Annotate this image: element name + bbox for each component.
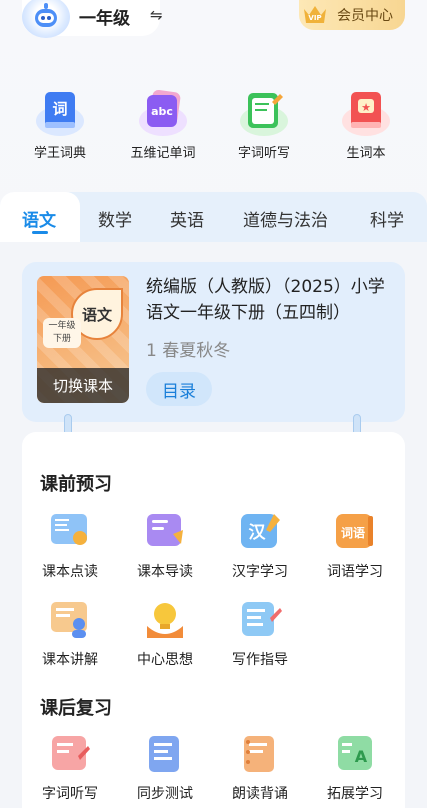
word-learn-glyph: 词语 xyxy=(341,525,365,540)
extend-learn-glyph: A xyxy=(355,747,368,766)
tool-label: 字词听写 xyxy=(237,146,290,161)
vip-center-button[interactable]: VIP 会员中心 xyxy=(299,0,405,30)
recite-icon xyxy=(244,736,274,772)
tab-english[interactable]: 英语 xyxy=(170,206,204,231)
grade-label: 一年级 xyxy=(79,9,130,29)
character-learn-glyph: 汉 xyxy=(249,523,267,543)
item-word-learn[interactable]: 词语 词语学习 xyxy=(315,510,395,581)
cover-grade-tag: 一年级 下册 xyxy=(43,318,81,348)
item-label: 拓展学习 xyxy=(327,786,383,802)
tool-label: 生词本 xyxy=(346,146,386,161)
book-cover[interactable]: 语文 一年级 下册 切换课本 xyxy=(37,276,129,403)
test-icon xyxy=(149,736,179,772)
item-central-idea[interactable]: 中心思想 xyxy=(125,598,205,669)
extend-learn-icon: A xyxy=(338,736,372,770)
word-learn-icon: 词语 xyxy=(336,514,373,548)
book-unit: 1 春夏秋冬 xyxy=(146,341,231,361)
tool-dictation[interactable]: 字词听写 xyxy=(219,88,309,161)
tab-morality-law[interactable]: 道德与法治 xyxy=(243,206,328,231)
item-lecture[interactable]: 课本讲解 xyxy=(30,598,110,669)
cover-grade-line2: 下册 xyxy=(52,334,71,344)
tab-chinese[interactable]: 语文 xyxy=(22,206,56,231)
section-title-text: 课前预习 xyxy=(40,474,112,495)
dictionary-glyph: 词 xyxy=(52,100,67,118)
tool-word-cards[interactable]: abc 五维记单词 xyxy=(118,88,208,161)
item-writing-guide[interactable]: 写作指导 xyxy=(220,598,300,669)
bulb-icon xyxy=(147,603,183,638)
quick-tools: 词 学王词典 abc 五维记单词 字词听写 ★ 生词本 xyxy=(0,88,427,168)
item-label: 课本导读 xyxy=(137,564,193,580)
item-label: 写作指导 xyxy=(232,652,288,668)
word-card-icon: abc xyxy=(147,89,181,127)
item-sync-test[interactable]: 同步测试 xyxy=(125,732,205,803)
section-title-pre-study: 课前预习 xyxy=(40,470,112,496)
vip-crown-icon: VIP xyxy=(301,2,329,28)
item-label: 中心思想 xyxy=(137,652,193,668)
item-label: 课本讲解 xyxy=(42,652,98,668)
tool-vocab-book[interactable]: ★ 生词本 xyxy=(321,88,411,161)
item-character-learn[interactable]: 汉 汉字学习 xyxy=(220,510,300,581)
word-card-glyph: abc xyxy=(151,105,173,118)
item-recite[interactable]: 朗读背诵 xyxy=(220,732,300,803)
dictation-icon xyxy=(248,93,283,128)
item-label: 汉字学习 xyxy=(232,564,288,580)
vip-center-label: 会员中心 xyxy=(337,8,393,24)
item-label: 课本点读 xyxy=(42,564,98,580)
textbook-card: 语文 一年级 下册 切换课本 统编版（人教版）（2025）小学语文一年级下册（五… xyxy=(22,262,405,422)
cover-subject: 语文 xyxy=(81,305,112,324)
guide-read-icon xyxy=(147,514,183,546)
switch-textbook-button[interactable]: 切换课本 xyxy=(37,368,129,403)
dictionary-icon: 词 xyxy=(45,92,75,128)
dictation-review-icon xyxy=(52,736,90,770)
vocab-book-glyph: ★ xyxy=(361,101,371,114)
lecture-icon xyxy=(51,602,87,638)
cover-grade-line1: 一年级 xyxy=(48,321,76,331)
toc-button[interactable]: 目录 xyxy=(146,372,212,406)
tab-underline xyxy=(32,231,48,234)
grade-selector[interactable]: 一年级 ⇋ xyxy=(22,0,163,38)
tool-label: 五维记单词 xyxy=(130,146,196,161)
tool-label: 学王词典 xyxy=(33,146,86,161)
section-title-post-review: 课后复习 xyxy=(40,694,112,720)
vocab-book-icon: ★ xyxy=(351,92,381,128)
study-panel: 课前预习 课本点读 课本导读 汉 汉字学习 词语 词语学习 课本讲解 中心思想 … xyxy=(22,432,405,808)
character-learn-icon: 汉 xyxy=(241,514,280,548)
top-bar: 一年级 ⇋ VIP 会员中心 xyxy=(0,0,427,44)
book-title: 统编版（人教版）（2025）小学语文一年级下册（五四制） xyxy=(146,277,385,323)
item-label: 字词听写 xyxy=(42,786,98,802)
writing-guide-icon xyxy=(242,602,282,636)
tab-science[interactable]: 科学 xyxy=(370,206,404,231)
item-label: 同步测试 xyxy=(137,786,193,802)
vip-badge-text: VIP xyxy=(308,14,321,22)
item-textbook-read[interactable]: 课本点读 xyxy=(30,510,110,581)
textbook-read-icon xyxy=(51,514,87,545)
subject-tabs: 语文 数学 英语 道德与法治 科学 xyxy=(0,192,427,242)
item-label: 词语学习 xyxy=(327,564,383,580)
tool-dictionary[interactable]: 词 学王词典 xyxy=(15,88,105,161)
swap-icon: ⇋ xyxy=(150,6,163,24)
robot-avatar-icon[interactable] xyxy=(22,0,70,38)
item-guide-read[interactable]: 课本导读 xyxy=(125,510,205,581)
item-dictation-review[interactable]: 字词听写 xyxy=(30,732,110,803)
item-label: 朗读背诵 xyxy=(232,786,288,802)
item-extend-learn[interactable]: A 拓展学习 xyxy=(315,732,395,803)
tab-math[interactable]: 数学 xyxy=(98,206,132,231)
section-title-text: 课后复习 xyxy=(40,698,112,719)
